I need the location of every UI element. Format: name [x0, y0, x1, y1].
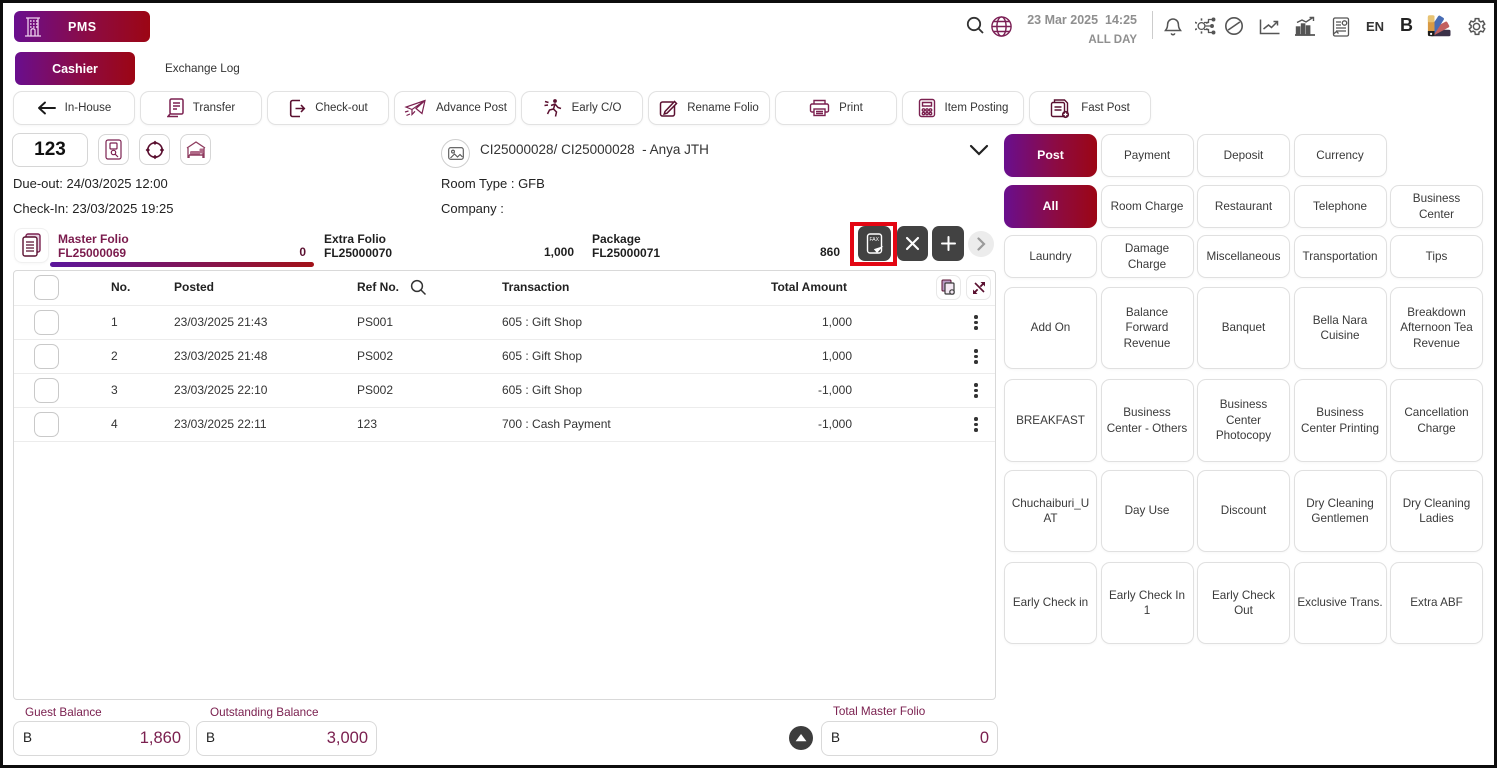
svg-text:FAX: FAX [870, 237, 880, 243]
